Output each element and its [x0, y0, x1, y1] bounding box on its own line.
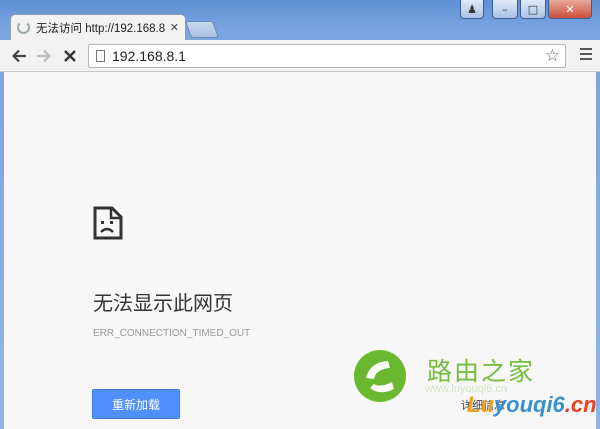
browser-tab[interactable]: 无法访问 http://192.168.8 ✕: [10, 14, 186, 40]
new-tab-button[interactable]: [184, 21, 220, 38]
browser-window: ♟ – □ ✕ 无法访问 http://192.168.8 ✕ 192.168.: [0, 0, 600, 429]
tab-title: 无法访问 http://192.168.8: [36, 22, 166, 35]
loading-spinner-icon: [17, 21, 30, 34]
watermark-brand-part3: .cn: [564, 392, 597, 417]
reload-button[interactable]: 重新加载: [92, 389, 180, 419]
watermark-brand-part2: youqi6: [493, 392, 565, 417]
address-bar[interactable]: 192.168.8.1 ☆: [88, 44, 566, 68]
sad-page-icon: [93, 206, 123, 240]
stop-button[interactable]: [59, 45, 81, 67]
stop-x-icon: [64, 50, 76, 62]
back-button[interactable]: [8, 45, 30, 67]
error-title: 无法显示此网页: [93, 291, 233, 315]
user-icon[interactable]: ♟: [460, 0, 484, 19]
close-window-button[interactable]: ✕: [548, 0, 592, 19]
minimize-button[interactable]: –: [492, 0, 518, 19]
page-icon: [96, 50, 105, 62]
tab-close-icon[interactable]: ✕: [170, 21, 179, 34]
watermark-brand: Luyouqi6.cn: [467, 392, 597, 418]
forward-arrow-icon: [37, 49, 52, 63]
forward-button[interactable]: [33, 45, 55, 67]
address-url[interactable]: 192.168.8.1: [112, 48, 545, 64]
maximize-button[interactable]: □: [520, 0, 546, 19]
error-code: ERR_CONNECTION_TIMED_OUT: [93, 328, 251, 339]
back-arrow-icon: [11, 49, 26, 63]
bookmark-star-icon[interactable]: ☆: [545, 47, 560, 65]
watermark-brand-part1: Lu: [467, 392, 494, 417]
window-controls: ♟ – □ ✕: [460, 0, 592, 20]
menu-icon[interactable]: [580, 48, 592, 60]
toolbar: 192.168.8.1 ☆: [0, 40, 600, 72]
watermark-logo-icon: [354, 350, 406, 402]
